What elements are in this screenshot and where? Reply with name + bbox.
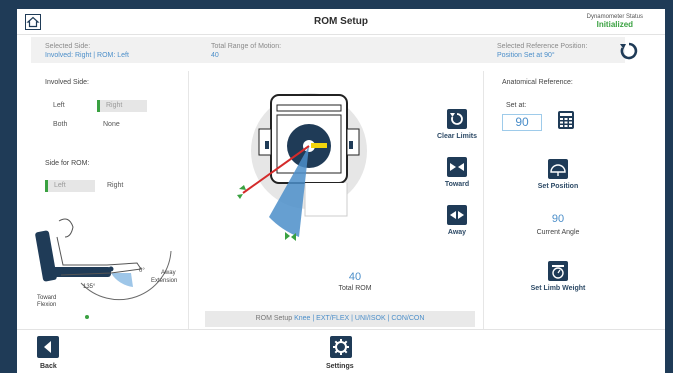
bottom-toolbar: Back Settings (17, 329, 665, 373)
set-limb-weight-button[interactable] (548, 261, 568, 281)
scale-icon (552, 265, 564, 279)
set-position-label: Set Position (537, 183, 579, 190)
diagram-extension-label: Extension (151, 278, 178, 284)
total-rom-readout: 40 (348, 271, 362, 283)
rom-setup-value: Knee | EXT/FLEX | UNI/ISOK | CON/CON (294, 315, 425, 322)
arrows-inward-icon (450, 163, 464, 171)
away-label: Away (447, 229, 467, 236)
set-at-label: Set at: (506, 102, 527, 109)
selected-side-label: Selected Side: (45, 43, 91, 50)
involved-both-option[interactable]: Both (47, 119, 87, 131)
arrows-outward-icon (450, 211, 464, 219)
back-arrow-icon (44, 341, 51, 353)
toward-button[interactable] (447, 157, 467, 177)
selected-side-value: Involved: Right | ROM: Left (45, 52, 129, 59)
total-rom-label: Total Range of Motion: (211, 43, 282, 50)
back-button[interactable] (37, 336, 59, 358)
involved-none-option[interactable]: None (97, 119, 147, 131)
right-panel: Anatomical Reference: Set at: 90 Set Pos… (483, 71, 643, 333)
start-position-dot (85, 315, 89, 319)
summary-strip: Selected Side: Involved: Right | ROM: Le… (31, 37, 625, 63)
page-title: ROM Setup (314, 16, 368, 27)
set-limb-weight-label: Set Limb Weight (530, 285, 586, 292)
rom-setup-prefix: ROM Setup (255, 315, 293, 322)
calculator-icon[interactable] (558, 111, 574, 129)
toward-label: Toward (444, 181, 470, 188)
rom-left-option[interactable]: Left (45, 180, 95, 192)
settings-button[interactable] (330, 336, 352, 358)
dynamometer-status: Dynamometer Status Initialized (587, 13, 643, 29)
left-panel: Involved Side: Left Right Both None Side… (31, 71, 189, 334)
away-button[interactable] (447, 205, 467, 225)
undo-icon (450, 113, 463, 125)
settings-label: Settings (326, 363, 354, 370)
current-angle-readout: 90 (551, 213, 565, 225)
set-at-input[interactable]: 90 (502, 114, 542, 131)
rom-setup-bar: ROM Setup Knee | EXT/FLEX | UNI/ISOK | C… (205, 311, 475, 327)
refresh-icon[interactable] (618, 40, 640, 62)
reference-position-info: Selected Reference Position: Position Se… (497, 42, 587, 60)
clear-limits-button[interactable] (447, 109, 467, 129)
diagram-angle-label: 135° (83, 284, 96, 290)
rom-right-option[interactable]: Right (101, 180, 141, 192)
involved-side-heading: Involved Side: (45, 79, 89, 86)
current-angle-caption: Current Angle (536, 229, 580, 236)
diagram-flexion-label: Flexion (37, 302, 57, 308)
selected-side-info: Selected Side: Involved: Right | ROM: Le… (45, 42, 129, 60)
involved-right-option[interactable]: Right (97, 100, 147, 112)
center-panel: Clear Limits Toward Away 40 Total ROM RO… (195, 71, 485, 333)
total-rom-info: Total Range of Motion: 40 (211, 42, 281, 60)
dynamometer-graphic (237, 93, 367, 241)
reference-position-label: Selected Reference Position: (497, 43, 588, 50)
involved-left-option[interactable]: Left (47, 100, 87, 112)
clear-limits-label: Clear Limits (436, 133, 478, 140)
app-window: ROM Setup Dynamometer Status Initialized… (17, 9, 665, 373)
diagram-away-label: Away (161, 270, 176, 276)
dyn-status-value: Initialized (596, 20, 634, 29)
diagram-toward-label: Toward (37, 295, 57, 301)
patient-diagram (35, 218, 172, 319)
gear-icon (333, 339, 349, 355)
anatomical-reference-heading: Anatomical Reference: (502, 79, 573, 86)
total-rom-caption: Total ROM (338, 285, 372, 292)
reference-position-value: Position Set at 90° (497, 52, 555, 59)
lever-arm (311, 143, 327, 148)
diagram-zero-label: 0° (139, 268, 145, 274)
protractor-icon (550, 164, 566, 176)
title-bar: ROM Setup Dynamometer Status Initialized (17, 9, 665, 35)
set-position-button[interactable] (548, 159, 568, 179)
back-label: Back (40, 363, 57, 370)
total-rom-value: 40 (211, 52, 219, 59)
rom-side-heading: Side for ROM: (45, 160, 90, 167)
